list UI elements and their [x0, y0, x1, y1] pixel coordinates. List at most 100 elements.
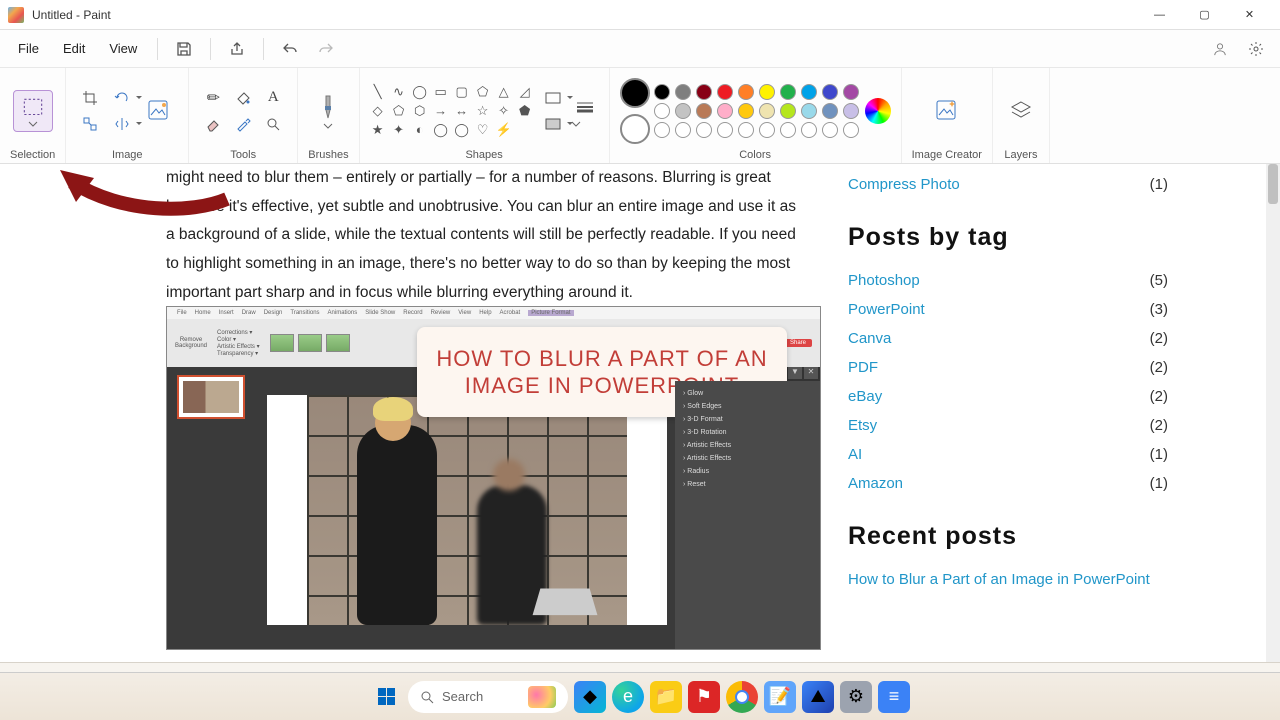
taskbar-app-red-icon[interactable]: ⚑	[688, 681, 720, 713]
layers-button[interactable]	[1003, 95, 1039, 127]
color-swatch[interactable]	[738, 84, 754, 100]
color-swatch[interactable]	[696, 103, 712, 119]
image-ai-icon[interactable]	[140, 94, 178, 128]
color-swatch[interactable]	[675, 103, 691, 119]
color-swatch[interactable]	[843, 122, 859, 138]
eraser-icon[interactable]	[199, 112, 227, 136]
redo-icon[interactable]	[310, 33, 342, 65]
pencil-icon[interactable]: ✏	[199, 86, 227, 110]
color-swatch[interactable]	[717, 122, 733, 138]
eyedropper-icon[interactable]	[229, 112, 257, 136]
group-label-image-creator: Image Creator	[912, 147, 982, 161]
edit-colors-icon[interactable]	[865, 98, 891, 124]
color-swatch[interactable]	[759, 103, 775, 119]
save-icon[interactable]	[168, 33, 200, 65]
magnifier-icon[interactable]	[259, 112, 287, 136]
tag-row: eBay(2)	[848, 382, 1168, 411]
shape-fill-icon[interactable]	[539, 112, 567, 136]
tag-link[interactable]: Photoshop	[848, 272, 920, 289]
tag-link[interactable]: Etsy	[848, 417, 877, 434]
settings-icon[interactable]	[1240, 33, 1272, 65]
recent-post-link[interactable]: How to Blur a Part of an Image in PowerP…	[848, 571, 1150, 588]
color-swatch[interactable]	[675, 122, 691, 138]
color-swatch[interactable]	[759, 122, 775, 138]
menu-view[interactable]: View	[99, 35, 147, 62]
color-swatch[interactable]	[780, 103, 796, 119]
taskbar-notepad-icon[interactable]: 📝	[764, 681, 796, 713]
brush-tool[interactable]	[311, 89, 345, 133]
tag-link[interactable]: eBay	[848, 388, 882, 405]
group-label-tools: Tools	[230, 147, 256, 161]
resize-icon[interactable]	[76, 112, 104, 136]
menu-file[interactable]: File	[8, 35, 49, 62]
line-weight-icon[interactable]	[571, 95, 599, 119]
color-swatch[interactable]	[801, 103, 817, 119]
menu-edit[interactable]: Edit	[53, 35, 95, 62]
taskbar-search[interactable]: Search	[408, 681, 568, 713]
color-swatch[interactable]	[654, 84, 670, 100]
group-label-shapes: Shapes	[465, 147, 502, 161]
sidebar-link-compress[interactable]: Compress Photo	[848, 176, 960, 193]
crop-icon[interactable]	[76, 86, 104, 110]
color-row-1[interactable]	[654, 84, 861, 100]
taskbar-explorer-icon[interactable]: 📁	[650, 681, 682, 713]
rotate-icon[interactable]	[108, 86, 136, 110]
flip-icon[interactable]	[108, 112, 136, 136]
color-swatch[interactable]	[717, 103, 733, 119]
vertical-scrollbar[interactable]	[1266, 164, 1280, 662]
color-swatch[interactable]	[696, 122, 712, 138]
color-foreground[interactable]	[620, 78, 650, 108]
sidebar-heading-recent: Recent posts	[848, 522, 1168, 551]
shape-outline-icon[interactable]	[539, 86, 567, 110]
tag-link[interactable]: PowerPoint	[848, 301, 925, 318]
user-icon[interactable]	[1204, 33, 1236, 65]
shapes-gallery[interactable]: ╲∿◯▭▢⬠△◿ ◇⬠⬡→↔☆✧⬟ ★✦◐◯◯♡⚡	[370, 84, 535, 138]
tag-link[interactable]: Canva	[848, 330, 891, 347]
tag-link[interactable]: AI	[848, 446, 862, 463]
color-swatch[interactable]	[801, 122, 817, 138]
taskbar-docs-icon[interactable]: ≡	[878, 681, 910, 713]
taskbar-settings-icon[interactable]: ⚙	[840, 681, 872, 713]
color-row-2[interactable]	[654, 103, 861, 119]
taskbar-photos-icon[interactable]: ⛰	[802, 681, 834, 713]
color-swatch[interactable]	[759, 84, 775, 100]
color-swatch[interactable]	[780, 84, 796, 100]
color-swatch[interactable]	[738, 122, 754, 138]
ribbon: Selection Image ✏ A T	[0, 68, 1280, 164]
taskbar-chrome-icon[interactable]	[726, 681, 758, 713]
color-swatch[interactable]	[654, 103, 670, 119]
selection-tool[interactable]	[13, 90, 53, 132]
color-swatch[interactable]	[822, 122, 838, 138]
title-bar: Untitled - Paint — ▢ ✕	[0, 0, 1280, 30]
tag-link[interactable]: PDF	[848, 359, 878, 376]
tag-count: (1)	[1150, 475, 1168, 492]
color-swatch[interactable]	[843, 103, 859, 119]
close-button[interactable]: ✕	[1227, 0, 1272, 30]
group-label-colors: Colors	[739, 147, 771, 161]
taskbar-copilot-icon[interactable]: ◆	[574, 681, 606, 713]
undo-icon[interactable]	[274, 33, 306, 65]
start-button[interactable]	[370, 681, 402, 713]
color-swatch[interactable]	[843, 84, 859, 100]
minimize-button[interactable]: —	[1137, 0, 1182, 30]
color-row-3[interactable]	[654, 122, 861, 138]
color-swatch[interactable]	[822, 84, 838, 100]
group-label-layers: Layers	[1004, 147, 1037, 161]
color-swatch[interactable]	[696, 84, 712, 100]
share-icon[interactable]	[221, 33, 253, 65]
canvas-area[interactable]: might need to blur them – entirely or pa…	[0, 164, 1280, 662]
image-creator-button[interactable]	[928, 94, 966, 128]
tag-link[interactable]: Amazon	[848, 475, 903, 492]
text-icon[interactable]: A	[259, 86, 287, 110]
fill-icon[interactable]	[229, 86, 257, 110]
color-swatch[interactable]	[654, 122, 670, 138]
color-swatch[interactable]	[780, 122, 796, 138]
maximize-button[interactable]: ▢	[1182, 0, 1227, 30]
color-swatch[interactable]	[717, 84, 733, 100]
color-swatch[interactable]	[675, 84, 691, 100]
color-swatch[interactable]	[822, 103, 838, 119]
taskbar-edge-icon[interactable]: e	[612, 681, 644, 713]
color-swatch[interactable]	[738, 103, 754, 119]
color-swatch[interactable]	[801, 84, 817, 100]
color-background[interactable]	[620, 114, 650, 144]
